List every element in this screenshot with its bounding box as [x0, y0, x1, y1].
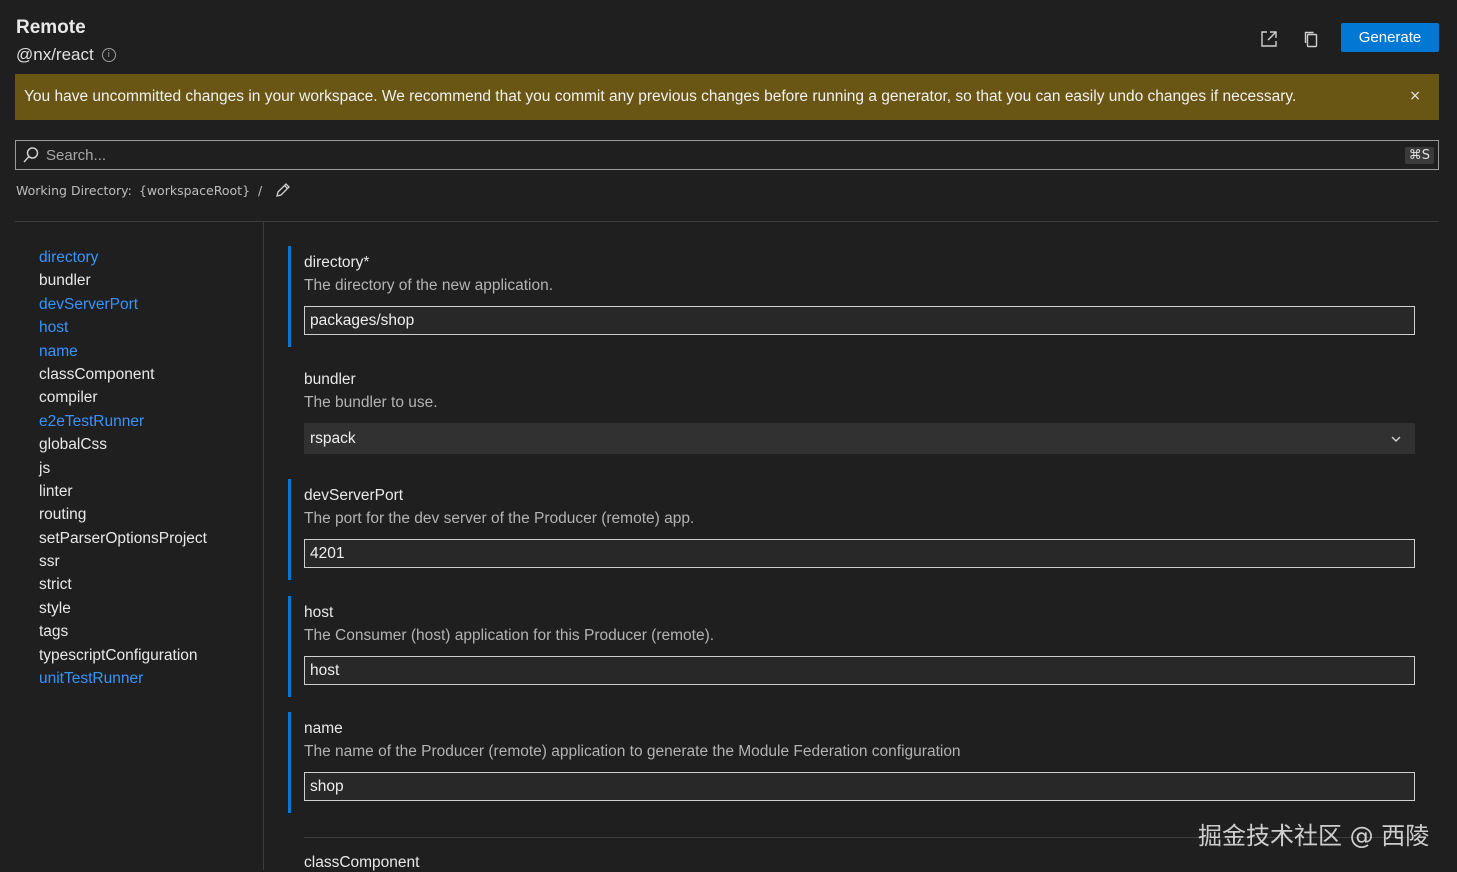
watermark: 掘金技术社区 @ 西陵 [1198, 822, 1430, 850]
chevron-down-icon [1391, 436, 1401, 442]
generator-name: @nx/react [16, 45, 94, 64]
search-input[interactable] [44, 145, 1405, 165]
sidebar-item-tags[interactable]: tags [39, 620, 207, 643]
working-directory: Working Directory: {workspaceRoot} / [16, 181, 292, 199]
page-title: Remote [16, 17, 86, 38]
sidebar-item-globalcss[interactable]: globalCss [39, 433, 207, 456]
pencil-icon[interactable] [274, 181, 292, 199]
open-external-icon[interactable] [1258, 28, 1280, 50]
sidebar-item-bundler[interactable]: bundler [39, 269, 207, 292]
directory-input[interactable] [304, 306, 1415, 335]
generate-button[interactable]: Generate [1341, 23, 1439, 52]
sidebar-item-compiler[interactable]: compiler [39, 386, 207, 409]
sidebar-item-setparseroptionsproject[interactable]: setParserOptionsProject [39, 527, 207, 550]
sidebar-item-devserverport[interactable]: devServerPort [39, 293, 207, 316]
field-label: devServerPort [304, 487, 404, 504]
field-description: The name of the Producer (remote) applic… [304, 743, 961, 760]
devserverport-input[interactable] [304, 539, 1415, 568]
sidebar-item-linter[interactable]: linter [39, 480, 207, 503]
field-description: The Consumer (host) application for this… [304, 627, 715, 644]
sidebar-item-unittestrunner[interactable]: unitTestRunner [39, 667, 207, 690]
sidebar-item-directory[interactable]: directory [39, 246, 207, 269]
field-description: The bundler to use. [304, 394, 438, 411]
field-name: name The name of the Producer (remote) a… [288, 712, 1418, 813]
field-description: The port for the dev server of the Produ… [304, 510, 695, 527]
divider [15, 221, 1439, 222]
bundler-select[interactable]: rspack [304, 423, 1415, 454]
info-icon[interactable]: i [101, 48, 116, 62]
sidebar-item-host[interactable]: host [39, 316, 207, 339]
search-bar: ⌘S [15, 140, 1439, 170]
host-input[interactable] [304, 656, 1415, 685]
search-shortcut-badge: ⌘S [1404, 146, 1434, 164]
sidebar-item-typescriptconfiguration[interactable]: typescriptConfiguration [39, 644, 207, 667]
field-host: host The Consumer (host) application for… [288, 596, 1418, 697]
uncommitted-changes-banner: You have uncommitted changes in your wor… [15, 74, 1439, 120]
close-icon[interactable]: × [1409, 88, 1421, 104]
bundler-selected-value: rspack [310, 429, 356, 447]
sidebar-item-js[interactable]: js [39, 457, 207, 480]
working-directory-value: {workspaceRoot} [138, 182, 251, 198]
sidebar-item-e2etestrunner[interactable]: e2eTestRunner [39, 410, 207, 433]
field-description: The directory of the new application. [304, 277, 553, 294]
working-directory-separator: / [258, 182, 263, 198]
copy-icon[interactable] [1300, 28, 1322, 50]
field-label: directory* [304, 254, 370, 271]
sidebar-item-classcomponent[interactable]: classComponent [39, 363, 207, 386]
sidebar-item-name[interactable]: name [39, 340, 207, 363]
search-icon [23, 147, 39, 163]
field-directory: directory* The directory of the new appl… [288, 246, 1418, 347]
banner-text: You have uncommitted changes in your wor… [24, 88, 1297, 105]
field-bundler: bundler The bundler to use. rspack [288, 363, 1418, 464]
sidebar-item-routing[interactable]: routing [39, 503, 207, 526]
field-label: bundler [304, 371, 356, 388]
options-sidebar: directory bundler devServerPort host nam… [39, 246, 207, 690]
sidebar-item-style[interactable]: style [39, 597, 207, 620]
field-devserverport: devServerPort The port for the dev serve… [288, 479, 1418, 580]
sidebar-item-strict[interactable]: strict [39, 573, 207, 596]
sidebar-item-ssr[interactable]: ssr [39, 550, 207, 573]
name-input[interactable] [304, 772, 1415, 801]
field-label-classcomponent: classComponent [304, 854, 420, 871]
sidebar-divider [263, 222, 264, 870]
generator-subtitle: @nx/react i [16, 45, 116, 65]
working-directory-label: Working Directory: [16, 182, 132, 198]
field-label: name [304, 720, 343, 737]
field-label: host [304, 604, 334, 621]
